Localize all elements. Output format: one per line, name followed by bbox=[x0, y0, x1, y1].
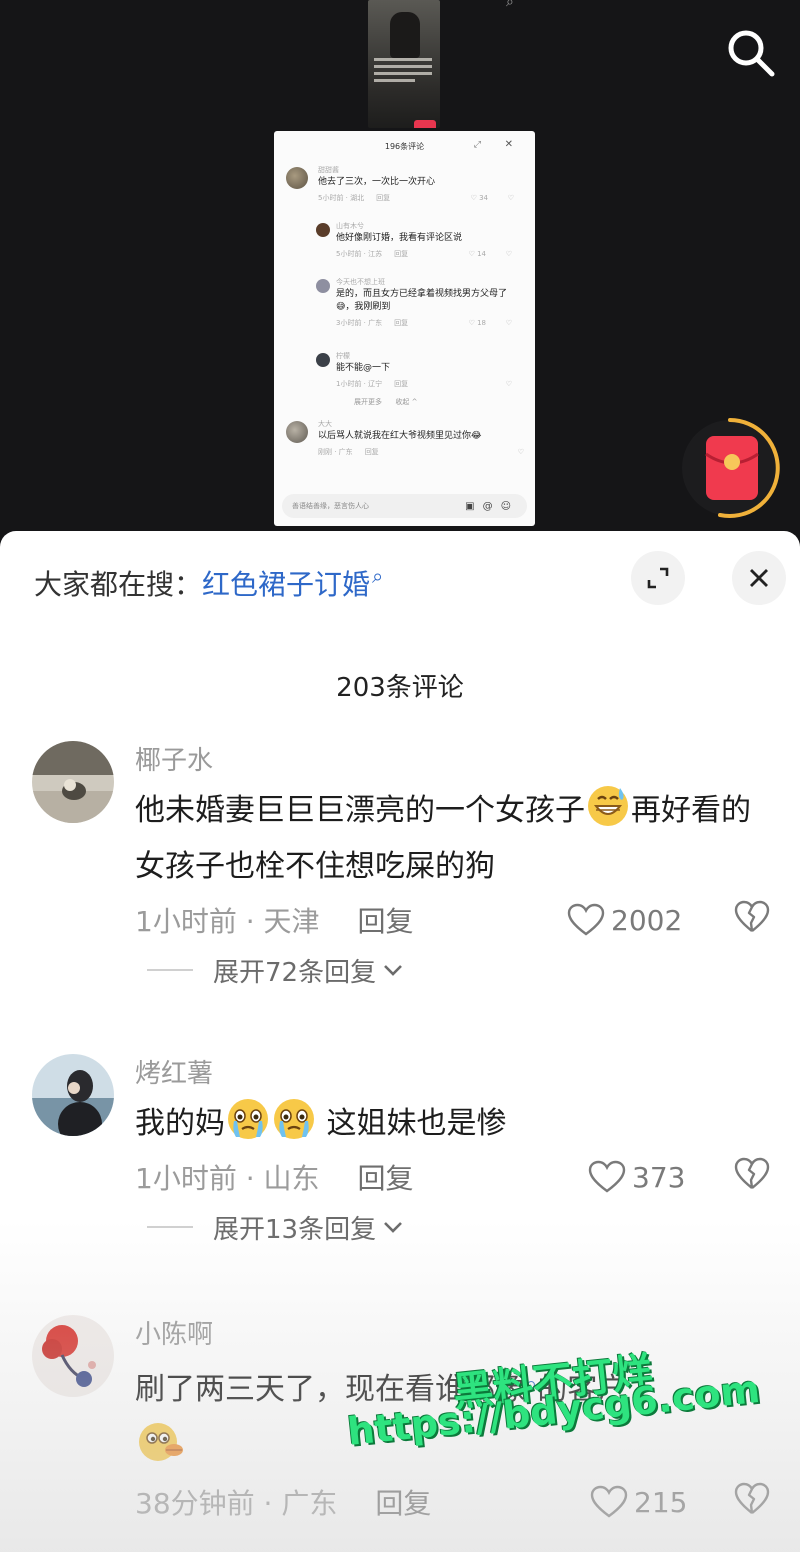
avatar[interactable] bbox=[32, 1315, 114, 1397]
mini-close-icon: ✕ bbox=[504, 139, 513, 150]
video-player[interactable]: ⌕ 196条评论 ⤢ ✕ 甜甜酱 他去了三次，一次比一次开心 5小时前 · 湖北… bbox=[0, 0, 800, 535]
red-packet-button[interactable] bbox=[680, 412, 784, 524]
like-count: 2002 bbox=[611, 903, 683, 937]
close-button[interactable] bbox=[732, 551, 786, 605]
reply-button[interactable]: 回复 bbox=[358, 900, 414, 940]
heart-icon bbox=[588, 1160, 626, 1193]
mini-avatar bbox=[316, 279, 330, 293]
expand-icon bbox=[647, 567, 669, 589]
chevron-down-icon bbox=[384, 1222, 403, 1233]
divider bbox=[147, 969, 193, 971]
duck-face-emoji bbox=[136, 1418, 184, 1466]
mini-comment-count: 196条评论 bbox=[384, 141, 425, 151]
mini-avatar bbox=[316, 223, 330, 237]
broken-heart-icon bbox=[734, 900, 770, 932]
chevron-down-icon bbox=[384, 965, 403, 976]
comment-time-location: 1小时前 · 天津 bbox=[135, 905, 320, 938]
comment-author[interactable]: 椰子水 bbox=[135, 741, 775, 781]
video-thumbnail bbox=[368, 0, 440, 128]
comment-author[interactable]: 烤红薯 bbox=[135, 1054, 775, 1094]
hot-search-bar[interactable]: 大家都在搜： 红色裙子订婚 ⌕ bbox=[34, 563, 383, 603]
comment-author[interactable]: 小陈啊 bbox=[135, 1315, 775, 1355]
like-count: 373 bbox=[632, 1160, 686, 1194]
search-icon[interactable] bbox=[724, 26, 778, 80]
comment-time-location: 38分钟前 · 广东 bbox=[135, 1487, 338, 1520]
mini-avatar bbox=[286, 421, 308, 443]
mini-comment: 今天也不想上班 是的，而且女方已经拿着视频找男方父母了😅，我刚刷到 3小时前 ·… bbox=[316, 277, 525, 347]
dislike-button[interactable] bbox=[734, 900, 770, 941]
comment-text: 我的妈 这姐妹也是惨 bbox=[135, 1096, 775, 1152]
mini-comment-input: 善语结善缘，恶言伤人心 ▣@☺ bbox=[282, 494, 527, 518]
mini-comment: 柠檬 能不能@一下 1小时前 · 辽宁 回复 ♡ bbox=[316, 351, 525, 397]
avatar[interactable] bbox=[32, 741, 114, 823]
crying-emoji bbox=[226, 1097, 270, 1141]
divider bbox=[147, 1226, 193, 1228]
comment-meta: 1小时前 · 山东 回复 373 bbox=[135, 1152, 775, 1202]
hot-search-icon: ⌕ bbox=[372, 564, 384, 588]
mini-avatar bbox=[286, 167, 308, 189]
comment-time-location: 1小时前 · 山东 bbox=[135, 1162, 320, 1195]
hot-search-term[interactable]: 红色裙子订婚 bbox=[202, 563, 370, 603]
mini-expand-icon: ⤢ bbox=[473, 140, 481, 150]
dislike-button[interactable] bbox=[734, 1157, 770, 1198]
expand-replies-button[interactable]: 展开13条回复 bbox=[147, 1202, 775, 1252]
broken-heart-icon bbox=[734, 1157, 770, 1189]
heart-icon bbox=[567, 903, 605, 936]
mini-expand-replies: 展开更多 收起 ^ bbox=[354, 398, 418, 406]
hot-search-label: 大家都在搜： bbox=[34, 568, 203, 601]
expand-replies-button[interactable]: 展开72条回复 bbox=[147, 945, 775, 995]
mini-comment: 山有木兮 他好像刚订婚，我看有评论区说 5小时前 · 江苏 回复 ♡ 14 ♡ bbox=[316, 221, 525, 273]
expand-button[interactable] bbox=[631, 551, 685, 605]
comment-meta: 1小时前 · 天津 回复 2002 bbox=[135, 895, 775, 945]
thumbnail-search-icon: ⌕ bbox=[506, 0, 514, 10]
mini-comment: 大大 以后骂人就说我在红大爷视频里见过你😂 刚刚 · 广东 回复 ♡ bbox=[284, 419, 525, 471]
mini-input-icons: ▣@☺ bbox=[465, 500, 519, 512]
mini-avatar bbox=[316, 353, 330, 367]
video-comment-screenshot: 196条评论 ⤢ ✕ 甜甜酱 他去了三次，一次比一次开心 5小时前 · 湖北 回复… bbox=[274, 131, 535, 526]
close-icon bbox=[750, 569, 768, 587]
avatar[interactable] bbox=[32, 1054, 114, 1136]
comment-text: 他未婚妻巨巨巨漂亮的一个女孩子 再好看的女孩子也栓不住想吃屎的狗 bbox=[135, 783, 775, 895]
watermark: 黑料不打烊 https://bdycg6.com bbox=[345, 1349, 790, 1510]
comment-count-title: 203条评论 bbox=[336, 673, 464, 703]
like-button[interactable]: 2002 bbox=[567, 903, 682, 937]
mini-comment: 甜甜酱 他去了三次，一次比一次开心 5小时前 · 湖北 回复 ♡ 34 ♡ bbox=[284, 165, 525, 217]
crying-emoji bbox=[272, 1097, 316, 1141]
grin-sweat-emoji bbox=[586, 784, 630, 828]
like-button[interactable]: 373 bbox=[588, 1160, 685, 1194]
reply-button[interactable]: 回复 bbox=[358, 1157, 414, 1197]
